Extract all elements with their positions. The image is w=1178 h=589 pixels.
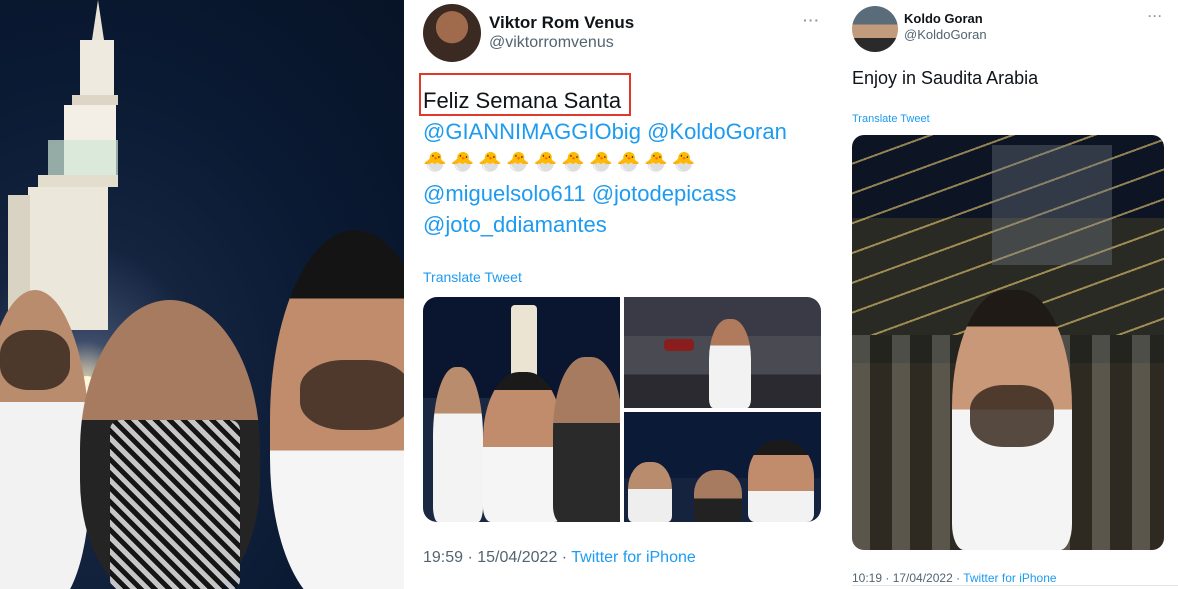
translate-tweet-link[interactable]: Translate Tweet (423, 269, 522, 285)
media-photo-3[interactable] (624, 412, 821, 522)
tweet-meta: 19:59 · 15/04/2022 · Twitter for iPhone (423, 549, 696, 567)
mention-link[interactable]: @joto_ddiamantes (423, 212, 607, 237)
timestamp[interactable]: 19:59 · 15/04/2022 · (423, 549, 571, 566)
tweet-main-text: Feliz Semana Santa (423, 88, 622, 113)
divider (852, 585, 1178, 586)
tweet-koldo[interactable]: Koldo Goran @KoldoGoran ··· Enjoy in Sau… (834, 0, 1178, 589)
media-photo[interactable] (852, 135, 1164, 550)
more-options-icon[interactable]: ··· (1148, 9, 1163, 23)
avatar[interactable] (423, 4, 481, 62)
avatar[interactable] (852, 6, 898, 52)
display-name[interactable]: Koldo Goran (904, 11, 983, 26)
source-link[interactable]: Twitter for iPhone (963, 571, 1056, 585)
selfie-photo (0, 0, 404, 589)
tweet-text: Feliz Semana Santa @GIANNIMAGGIObig @Kol… (423, 85, 823, 240)
emoji-row: 🐣🐣🐣🐣🐣🐣🐣🐣🐣🐣 (423, 152, 700, 173)
translate-tweet-link[interactable]: Translate Tweet (852, 113, 930, 125)
person-right-beard (300, 360, 404, 430)
display-name[interactable]: Viktor Rom Venus (489, 13, 634, 33)
tweet-viktor[interactable]: Viktor Rom Venus @viktorromvenus ··· Fel… (405, 0, 830, 589)
person-left-beard (0, 330, 70, 390)
media-photo-1[interactable] (423, 297, 620, 522)
mention-link[interactable]: @KoldoGoran (647, 119, 787, 144)
more-options-icon[interactable]: ··· (803, 12, 820, 28)
tweet-main-text: Enjoy in Saudita Arabia (852, 68, 1039, 88)
media-photo-2[interactable] (624, 297, 821, 408)
minaret-illustration (8, 0, 118, 330)
person-middle-scarf (110, 420, 240, 589)
handle[interactable]: @KoldoGoran (904, 27, 987, 42)
media-grid (423, 297, 821, 522)
timestamp[interactable]: 10:19 · 17/04/2022 · (852, 571, 963, 585)
handle[interactable]: @viktorromvenus (489, 34, 614, 52)
mentions-line-3: @joto_ddiamantes (423, 209, 823, 240)
mentions-line-1: @GIANNIMAGGIObig @KoldoGoran (423, 116, 823, 147)
mentions-line-2: @miguelsolo611 @jotodepicass (423, 178, 823, 209)
mention-link[interactable]: @jotodepicass (592, 181, 737, 206)
mention-link[interactable]: @GIANNIMAGGIObig (423, 119, 641, 144)
source-link[interactable]: Twitter for iPhone (571, 549, 696, 566)
tweet-meta: 10:19 · 17/04/2022 · Twitter for iPhone (852, 571, 1057, 585)
mention-link[interactable]: @miguelsolo611 (423, 181, 586, 206)
